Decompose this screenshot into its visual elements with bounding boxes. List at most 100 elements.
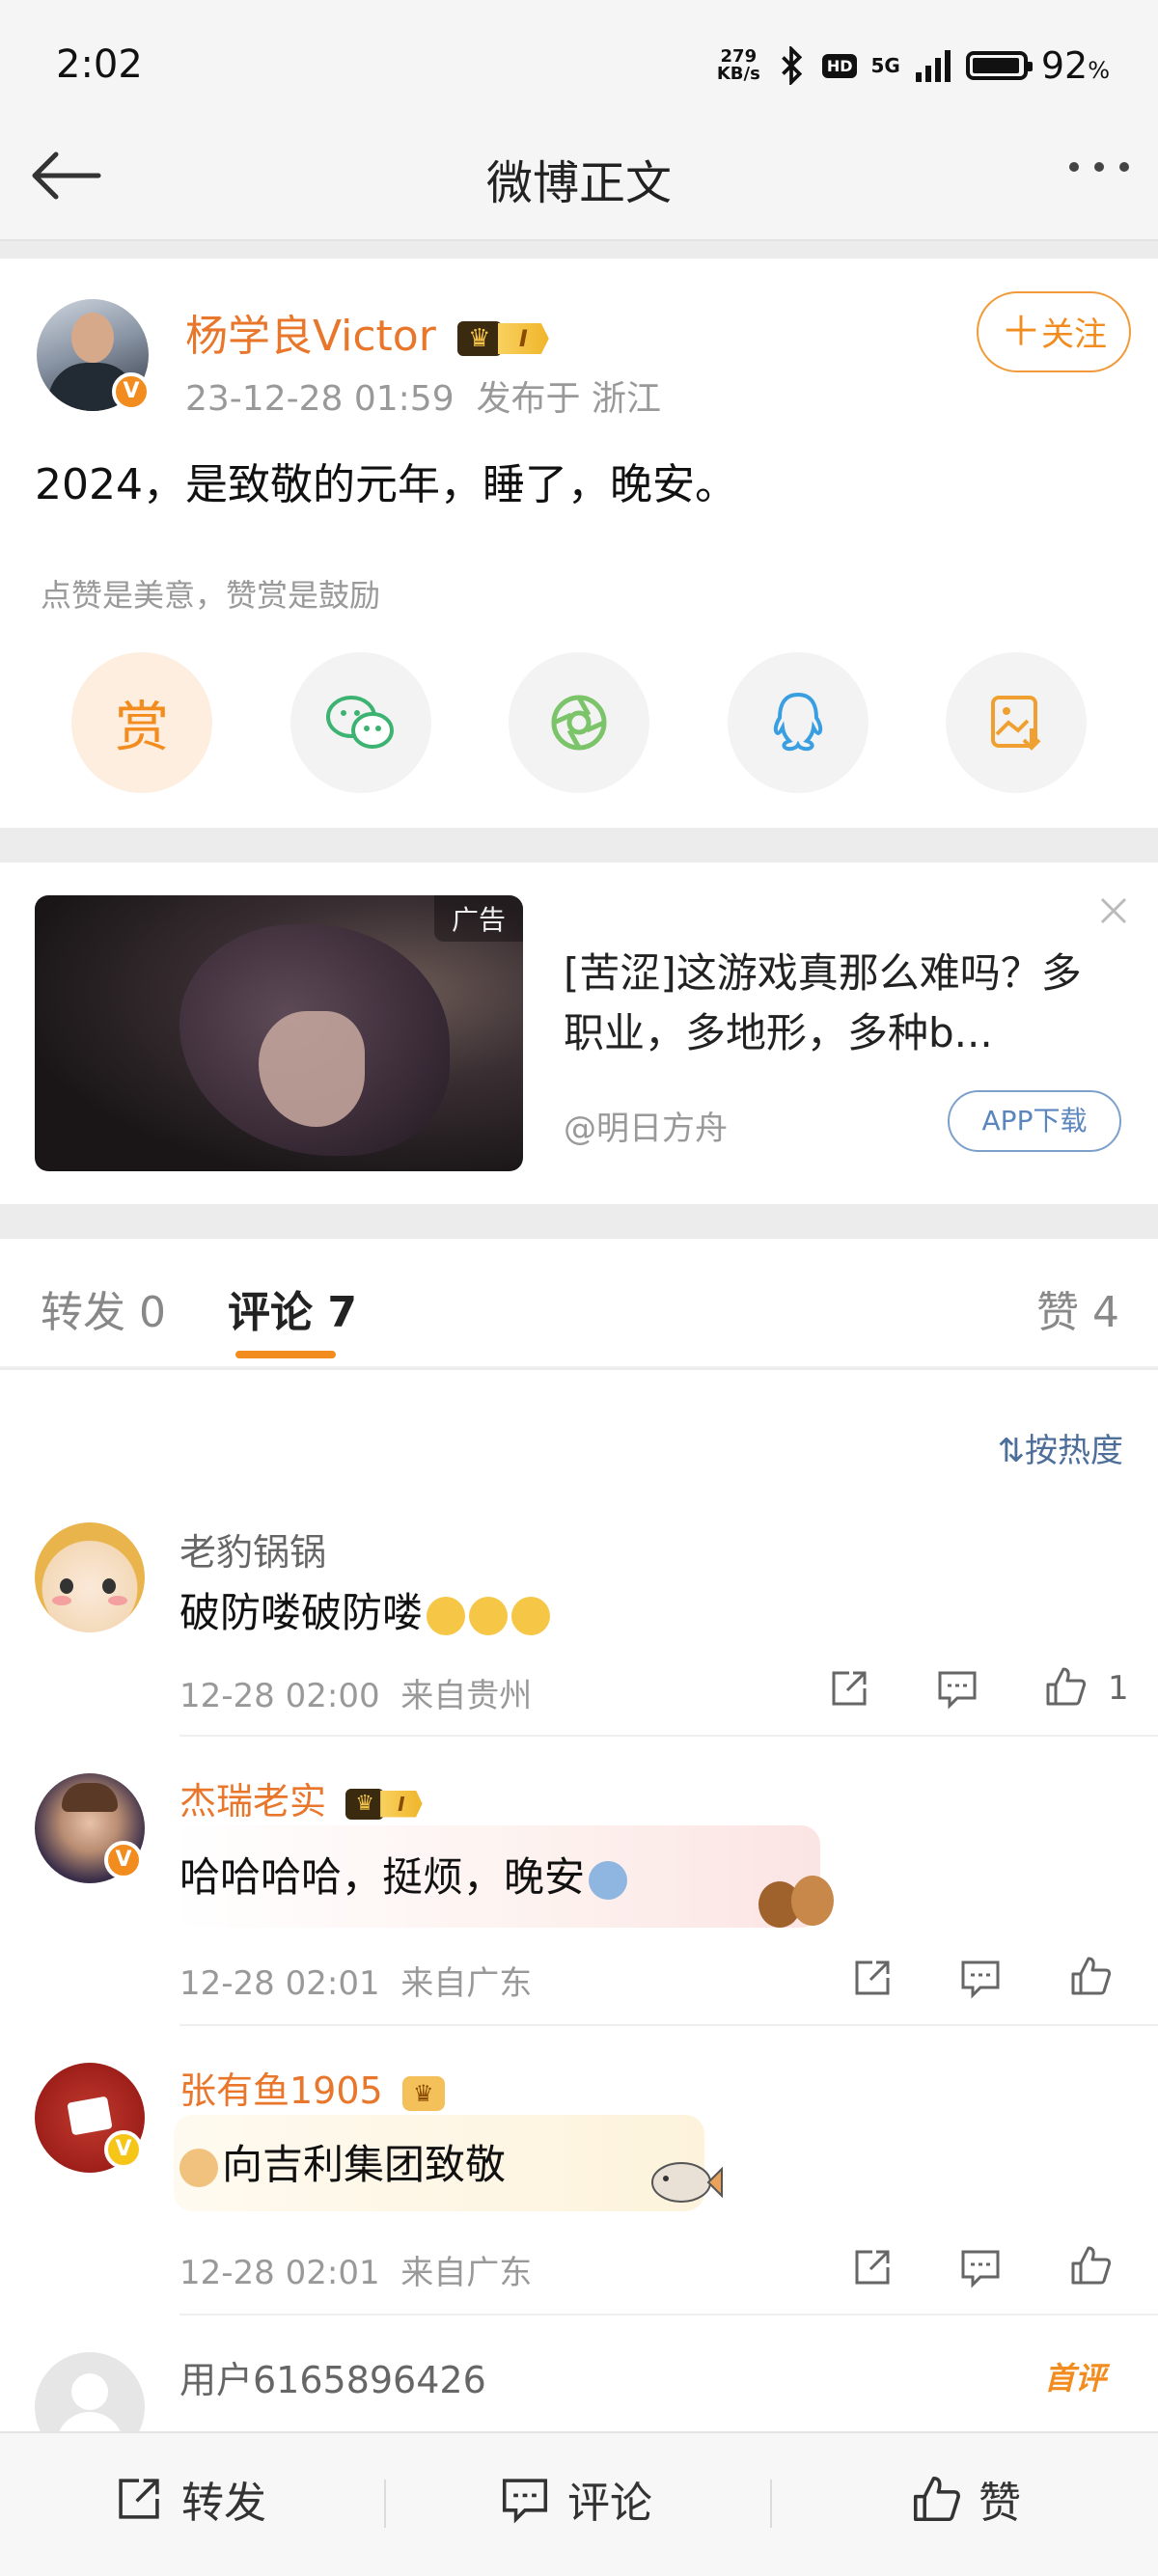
tab-likes[interactable]: 赞 4 — [1036, 1277, 1119, 1339]
reply-icon[interactable] — [959, 1957, 1002, 1999]
status-time: 2:02 — [56, 42, 143, 87]
separator — [384, 2480, 386, 2528]
net-speed-unit: KB/s — [716, 64, 760, 84]
like-icon — [913, 2476, 960, 2522]
verified-badge-icon: V — [104, 1841, 143, 1879]
comment-text-content: 向吉利集团致敬 — [222, 2141, 507, 2188]
ad-image[interactable]: 广告 — [35, 895, 523, 1171]
save-image-icon — [991, 696, 1041, 751]
comment-author-text: 张有鱼1905 — [179, 2069, 383, 2112]
doge-emoji-icon — [179, 2148, 218, 2187]
page-title: 微博正文 — [485, 156, 672, 210]
comment-avatar[interactable] — [35, 1522, 145, 1632]
comment-author[interactable]: 张有鱼1905 ♛ — [179, 2061, 445, 2114]
member-level: I — [497, 323, 549, 354]
comment-divider — [179, 1735, 1158, 1737]
comment-location: 来自贵州 — [400, 1677, 533, 1715]
tab-bar — [0, 1239, 1158, 1368]
comment-icon — [502, 2479, 548, 2524]
like-button[interactable]: 赞 — [911, 2468, 1021, 2530]
member-crown-icon: ♛ I — [456, 321, 549, 356]
wechat-share-button[interactable] — [290, 652, 431, 793]
bluetooth-icon — [781, 46, 803, 85]
comment-divider — [179, 2024, 1158, 2026]
author-name[interactable]: 杨学良Victor ♛ I — [185, 301, 549, 363]
app-download-button[interactable]: APP下载 — [948, 1090, 1121, 1152]
reward-label: 赏 — [115, 696, 169, 759]
share-icon[interactable] — [828, 1667, 870, 1710]
comment-location: 来自广东 — [400, 2254, 533, 2292]
repost-label: 转发 — [181, 2479, 266, 2528]
ad-title[interactable]: [苦涩]这游戏真那么难吗？多职业，多地形，多种b... — [564, 944, 1104, 1063]
status-indicators: 279 KB/s HD 5G 92% — [717, 44, 1110, 87]
wechat-icon — [325, 696, 394, 749]
save-image-button[interactable] — [946, 652, 1087, 793]
comment-text-content: 哈哈哈哈，挺烦，晚安 — [179, 1853, 586, 1901]
reply-icon[interactable] — [936, 1667, 979, 1710]
waving-emoji-icon — [589, 1860, 628, 1900]
net-speed: 279 KB/s — [717, 48, 760, 83]
comment-meta: 12-28 02:00 来自贵州 — [179, 1669, 532, 1716]
reward-button[interactable]: 赏 — [71, 652, 212, 793]
like-icon[interactable] — [1044, 1665, 1087, 1708]
reply-icon[interactable] — [959, 2246, 1002, 2288]
comment-author[interactable]: 用户6165896426 — [179, 2350, 486, 2403]
qq-icon — [773, 692, 822, 752]
hd-badge: HD — [821, 53, 858, 78]
post-text: 2024，是致敬的元年，睡了，晚安。 — [35, 460, 737, 509]
sort-button[interactable]: ⇅按热度 — [998, 1424, 1124, 1471]
first-comment-tag: 首评 — [1044, 2360, 1107, 2397]
share-icon[interactable] — [851, 1957, 894, 1999]
like-icon[interactable] — [1069, 1955, 1112, 1997]
comment-text: 哈哈哈哈，挺烦，晚安 — [179, 1845, 628, 1904]
qq-share-button[interactable] — [727, 652, 868, 793]
tab-comments[interactable]: 评论 7 — [228, 1277, 357, 1339]
network-type: 5G — [870, 54, 900, 77]
battery-icon — [965, 51, 1033, 80]
like-label: 赞 — [979, 2479, 1021, 2528]
follow-label: 关注 — [1041, 315, 1107, 354]
like-icon[interactable] — [1069, 2244, 1112, 2287]
repost-button[interactable]: 转发 — [114, 2468, 266, 2530]
thinking-emoji-icon — [427, 1596, 466, 1635]
comment-author-text: 杰瑞老实 — [179, 1780, 327, 1822]
post-meta: 23-12-28 01:59 发布于 浙江 — [185, 370, 661, 421]
comment-time: 12-28 02:00 — [179, 1677, 380, 1715]
ad-source: @明日方舟 — [564, 1110, 728, 1148]
comment-author[interactable]: 老豹锅锅 — [179, 1522, 326, 1576]
signal-icon — [915, 50, 951, 82]
bear-sticker-icon — [753, 1868, 840, 1932]
tab-repost[interactable]: 转发 0 — [41, 1277, 166, 1339]
fish-sticker-icon — [651, 2162, 723, 2203]
close-icon[interactable] — [1094, 891, 1133, 930]
comment-time: 12-28 02:01 — [179, 1964, 380, 2003]
comment-label: 评论 — [567, 2479, 652, 2528]
thinking-emoji-icon — [511, 1596, 551, 1635]
member-crown-icon: ♛ I — [345, 1788, 423, 1820]
post-timestamp: 23-12-28 01:59 — [185, 379, 455, 419]
battery-percent: 92% — [1041, 44, 1110, 87]
moments-icon — [551, 695, 607, 751]
member-crown-icon: ♛ — [401, 2075, 445, 2111]
verified-badge-icon: V — [112, 372, 151, 411]
more-menu-icon[interactable] — [1069, 162, 1129, 172]
sort-label: 按热度 — [1025, 1432, 1123, 1470]
share-icon[interactable] — [851, 2246, 894, 2288]
verified-badge-icon: V — [104, 2130, 143, 2169]
sort-icon: ⇅ — [997, 1432, 1026, 1470]
follow-button[interactable]: ＋关注 — [977, 291, 1131, 372]
battery-unit: % — [1088, 57, 1110, 84]
reward-hint: 点赞是美意，赞赏是鼓励 — [41, 577, 381, 614]
separator — [770, 2480, 772, 2528]
post-location: 发布于 浙江 — [476, 379, 661, 419]
moments-share-button[interactable] — [509, 652, 649, 793]
comment-meta: 12-28 02:01 来自广东 — [179, 2246, 532, 2293]
like-count: 1 — [1108, 1669, 1129, 1708]
repost-icon — [119, 2479, 159, 2519]
comment-author[interactable]: 杰瑞老实 ♛ I — [179, 1771, 423, 1824]
comment-button[interactable]: 评论 — [500, 2468, 652, 2530]
comment-text: 向吉利集团致敬 — [179, 2132, 506, 2191]
battery-value: 92 — [1040, 44, 1089, 87]
share-row: 赏 — [71, 652, 1087, 793]
active-tab-indicator — [235, 1351, 336, 1358]
